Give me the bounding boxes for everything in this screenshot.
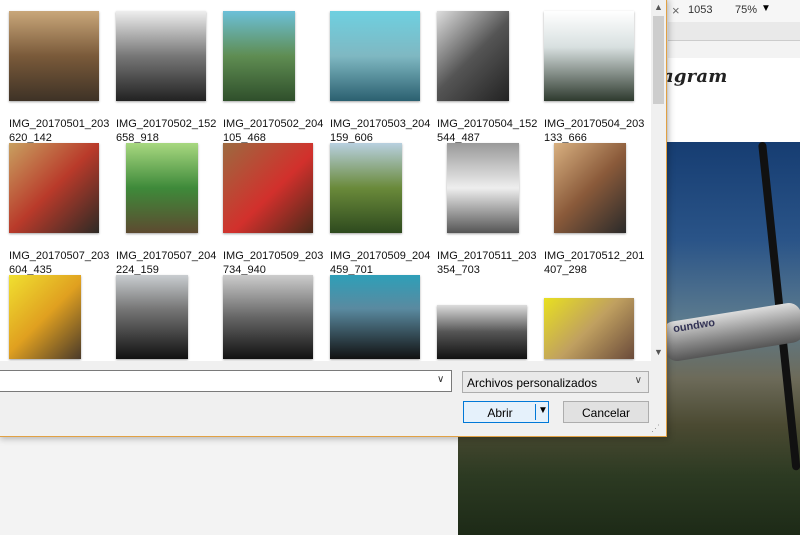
file-name-label: IMG_20170512_201407_298 xyxy=(544,250,645,276)
file-thumbnail xyxy=(544,11,634,101)
cancel-button-label: Cancelar xyxy=(581,406,631,420)
file-name-input[interactable] xyxy=(0,370,452,392)
chevron-down-icon[interactable]: ∨ xyxy=(437,374,444,385)
file-item[interactable]: IMG_20170507_204224_159 xyxy=(116,143,220,277)
file-open-dialog: IMG_20170501_203620_142 IMG_20170502_1526… xyxy=(0,0,667,437)
file-name-label: IMG_20170507_203604_435 xyxy=(9,250,110,276)
resize-grip-icon[interactable]: ⋰ xyxy=(651,423,660,434)
file-thumbnail xyxy=(116,275,188,359)
file-thumbnail xyxy=(9,143,99,233)
file-item[interactable] xyxy=(544,275,648,361)
file-name-label: IMG_20170509_204459_701 xyxy=(330,250,431,276)
chevron-down-icon: ∨ xyxy=(634,375,642,386)
file-thumbnail xyxy=(9,275,81,359)
file-item[interactable]: IMG_20170504_152544_487 xyxy=(437,11,541,145)
scroll-thumb[interactable] xyxy=(653,16,664,104)
page-spacer xyxy=(668,96,800,142)
file-thumbnail xyxy=(223,11,295,101)
file-name-label: IMG_20170507_204224_159 xyxy=(116,250,217,276)
open-button-label: Abrir xyxy=(487,406,513,420)
file-item[interactable]: IMG_20170503_204159_606 xyxy=(330,11,434,145)
scroll-up-icon[interactable]: ▲ xyxy=(651,0,666,16)
file-thumbnail xyxy=(126,143,198,233)
file-thumbnail xyxy=(9,11,99,101)
file-thumbnail xyxy=(554,143,626,233)
file-item[interactable]: IMG_20170511_203354_703 xyxy=(437,143,541,277)
ruler xyxy=(668,22,800,41)
file-thumbnail xyxy=(223,275,313,359)
file-thumbnail xyxy=(330,143,402,233)
open-button[interactable]: Abrir ▼ xyxy=(463,401,549,423)
file-item[interactable] xyxy=(9,275,113,361)
file-item[interactable] xyxy=(437,275,541,361)
file-name-label: IMG_20170509_203734_940 xyxy=(223,250,324,276)
file-name-label: IMG_20170504_203133_666 xyxy=(544,118,645,144)
file-thumbnail xyxy=(330,11,420,101)
file-thumbnail xyxy=(447,143,519,233)
file-item[interactable] xyxy=(116,275,220,361)
file-name-label: IMG_20170502_204105_468 xyxy=(223,118,324,144)
device-toolbar: × 1053 75% ▼ xyxy=(668,0,800,23)
file-grid: IMG_20170501_203620_142 IMG_20170502_1526… xyxy=(0,0,651,361)
file-item[interactable] xyxy=(223,275,327,361)
file-thumbnail xyxy=(544,298,634,359)
close-icon[interactable]: × xyxy=(672,3,680,18)
file-name-label: IMG_20170502_152658_918 xyxy=(116,118,217,144)
site-logo[interactable]: agram xyxy=(662,66,727,87)
file-item[interactable]: IMG_20170504_203133_666 xyxy=(544,11,648,145)
file-name-label: IMG_20170503_204159_606 xyxy=(330,118,431,144)
zoom-dropdown-icon[interactable]: ▼ xyxy=(761,3,771,14)
file-thumbnail xyxy=(330,275,420,359)
file-item[interactable]: IMG_20170502_204105_468 xyxy=(223,11,327,145)
viewport-height-value[interactable]: 1053 xyxy=(688,4,712,16)
scroll-down-icon[interactable]: ▼ xyxy=(651,344,666,361)
file-item[interactable]: IMG_20170502_152658_918 xyxy=(116,11,220,145)
file-type-selected: Archivos personalizados xyxy=(467,376,598,390)
file-item[interactable]: IMG_20170507_203604_435 xyxy=(9,143,113,277)
file-item[interactable] xyxy=(330,275,434,361)
split-divider xyxy=(535,404,536,420)
site-header: agram xyxy=(662,58,800,97)
file-item[interactable]: IMG_20170501_203620_142 xyxy=(9,11,113,145)
file-item[interactable]: IMG_20170509_203734_940 xyxy=(223,143,327,277)
file-name-label: IMG_20170511_203354_703 xyxy=(437,250,537,276)
file-thumbnail xyxy=(437,11,509,101)
file-thumbnail xyxy=(437,305,527,359)
scrollbar[interactable]: ▲ ▼ xyxy=(651,0,666,361)
file-thumbnail xyxy=(116,11,206,101)
file-type-select[interactable]: Archivos personalizados ∨ xyxy=(462,371,649,393)
file-name-label: IMG_20170501_203620_142 xyxy=(9,118,110,144)
zoom-level[interactable]: 75% xyxy=(735,4,757,16)
file-name-label: IMG_20170504_152544_487 xyxy=(437,118,538,144)
dropdown-arrow-icon[interactable]: ▼ xyxy=(538,405,548,416)
file-item[interactable]: IMG_20170509_204459_701 xyxy=(330,143,434,277)
cancel-button[interactable]: Cancelar xyxy=(563,401,649,423)
file-thumbnail xyxy=(223,143,313,233)
file-item[interactable]: IMG_20170512_201407_298 xyxy=(544,143,648,277)
